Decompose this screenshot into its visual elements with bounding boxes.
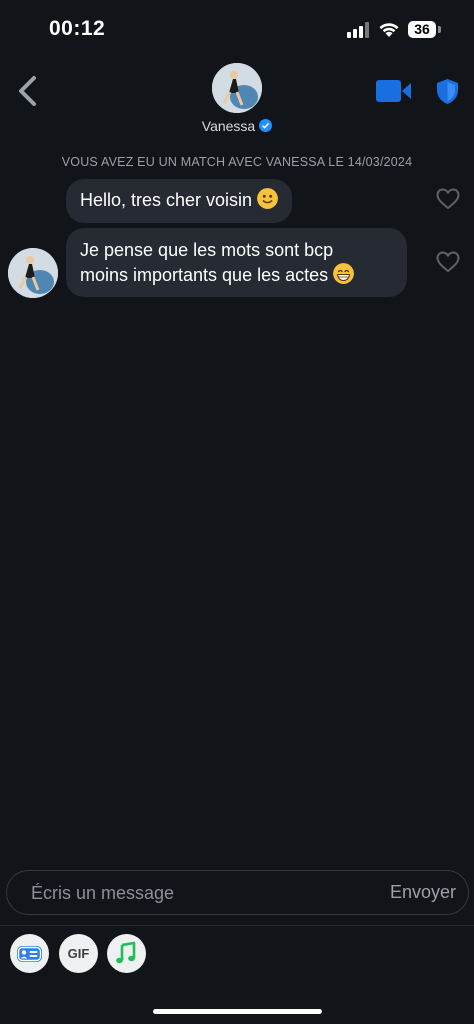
contact-name-row[interactable]: Vanessa [0, 118, 474, 134]
back-chevron-icon[interactable] [14, 74, 42, 108]
contact-card-button[interactable] [10, 934, 49, 973]
like-heart-icon[interactable] [436, 188, 460, 210]
home-indicator[interactable] [153, 1009, 322, 1014]
slightly-smiling-face-icon [257, 188, 279, 209]
message-bubble[interactable]: Je pense que les mots sont bcp moins imp… [66, 228, 407, 297]
music-button[interactable] [107, 934, 146, 973]
message-text-line: moins importants que les actes [80, 265, 329, 285]
contact-card-icon [17, 946, 42, 962]
video-call-icon[interactable] [376, 80, 412, 102]
message-input[interactable] [29, 871, 363, 916]
music-note-icon [116, 941, 136, 964]
contact-avatar[interactable] [212, 63, 262, 113]
status-time: 00:12 [49, 17, 106, 40]
message-text: Hello, tres cher voisin [80, 190, 253, 210]
grinning-face-icon [333, 263, 355, 284]
message-composer: Envoyer [6, 870, 469, 916]
status-bar: 00:12 36 [0, 0, 474, 60]
battery-icon: 36 [408, 21, 436, 38]
verified-badge-icon [259, 119, 273, 132]
wifi-icon [379, 23, 399, 37]
battery-tip [438, 26, 441, 33]
contact-name: Vanessa [201, 118, 256, 134]
sender-avatar[interactable] [8, 248, 58, 298]
match-notice: VOUS AVEZ EU UN MATCH AVEC VANESSA LE 14… [61, 155, 413, 169]
message-bubble[interactable]: Hello, tres cher voisin [66, 179, 293, 223]
cell-signal-icon [347, 22, 371, 38]
shield-icon[interactable] [436, 78, 459, 105]
message-text-line: Je pense que les mots sont bcp [80, 240, 334, 260]
send-button[interactable]: Envoyer [390, 882, 456, 903]
chat-header: Vanessa [0, 60, 474, 140]
gif-button[interactable]: GIF [59, 934, 98, 973]
toolbar-divider [0, 925, 474, 926]
like-heart-icon[interactable] [436, 251, 460, 273]
